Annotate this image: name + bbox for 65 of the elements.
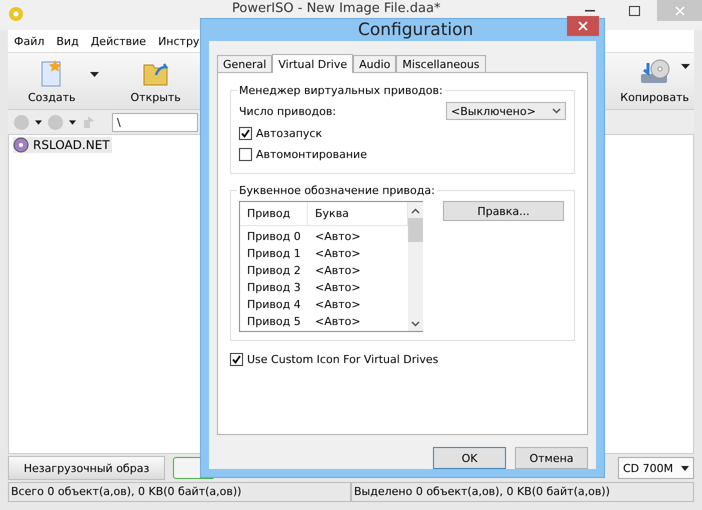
scroll-up-icon[interactable] — [411, 208, 420, 214]
scrollbar[interactable] — [408, 202, 423, 331]
tab[interactable]: Virtual Drive — [272, 54, 354, 73]
menu-item[interactable]: Действие — [90, 34, 146, 48]
scrollbar-thumb[interactable] — [408, 218, 423, 242]
list-cell[interactable]: Привод 5 — [240, 315, 308, 328]
list-cell[interactable]: Привод 3 — [240, 281, 308, 294]
tab[interactable]: General — [217, 55, 272, 72]
list-cell[interactable]: <Авто> — [308, 264, 408, 277]
caret-icon — [69, 120, 76, 124]
tree-item[interactable]: RSLOAD.NET — [13, 137, 112, 153]
list-cell[interactable]: <Авто> — [308, 230, 408, 243]
dialog-title: Configuration — [358, 20, 474, 40]
menu-item[interactable]: Файл — [14, 34, 44, 48]
new-document-icon — [40, 58, 64, 86]
boot-button[interactable]: Незагрузочный образ — [8, 456, 165, 480]
list-cell[interactable]: <Авто> — [308, 247, 408, 260]
checkbox[interactable] — [230, 353, 243, 366]
close-button[interactable] — [567, 16, 599, 36]
toolbar-button[interactable]: Копировать — [616, 56, 693, 106]
scroll-down-icon[interactable] — [411, 321, 420, 327]
list-cell[interactable]: <Авто> — [308, 281, 408, 294]
list-cell[interactable]: Привод 2 — [240, 264, 308, 277]
close-icon — [674, 6, 684, 16]
tab[interactable]: Miscellaneous — [396, 55, 486, 72]
list-cell[interactable]: <Авто> — [308, 315, 408, 328]
status-text: Всего 0 объект(а,ов), 0 KB(0 байт(а,ов)) — [8, 482, 351, 502]
menu-item[interactable]: Инстру — [158, 34, 200, 48]
checkmark-icon — [232, 355, 241, 364]
checkbox[interactable] — [239, 148, 252, 161]
window-title: PowerISO - New Image File.daa* — [232, 1, 440, 16]
field-label: Число приводов: — [239, 104, 336, 118]
address-field[interactable]: \ — [112, 112, 198, 132]
menu-item[interactable]: Вид — [56, 34, 79, 48]
cancel-button[interactable]: Отмена — [515, 447, 588, 469]
checkbox-label: Use Custom Icon For Virtual Drives — [247, 353, 438, 366]
scroll-down-icon[interactable] — [552, 108, 561, 114]
tab[interactable]: Audio — [353, 55, 396, 72]
disc-icon — [8, 6, 24, 22]
caret-icon[interactable] — [90, 72, 98, 76]
list-cell[interactable]: <Авто> — [308, 298, 408, 311]
group-title: Менеджер виртуальных приводов: — [238, 84, 444, 97]
maximize-icon — [629, 6, 640, 16]
disc-icon — [13, 137, 29, 153]
status-text: Выделено 0 объект(а,ов), 0 KB(0 байт(а,ов)) — [351, 482, 694, 502]
column-header[interactable]: Привод — [240, 202, 308, 225]
close-icon — [578, 21, 588, 31]
minimize-icon — [584, 10, 594, 12]
list-cell[interactable]: Привод 0 — [240, 230, 308, 243]
checkbox-label: Автозапуск — [256, 127, 322, 140]
ok-button[interactable]: OK — [433, 447, 506, 469]
checkbox-label: Автомонтирование — [256, 148, 367, 161]
edit-button[interactable]: Правка... — [443, 201, 564, 221]
checkmark-icon — [241, 129, 250, 138]
list-cell[interactable]: Привод 4 — [240, 298, 308, 311]
checkbox[interactable] — [239, 127, 252, 140]
caret-icon[interactable] — [681, 64, 690, 68]
list-cell[interactable]: Привод 1 — [240, 247, 308, 260]
toolbar-button[interactable]: Создать — [24, 56, 80, 106]
drive-count-select[interactable]: <Выключено> — [446, 102, 566, 120]
caret-icon — [681, 466, 690, 470]
group-title: Буквенное обозначение привода: — [238, 184, 436, 197]
capacity-dropdown[interactable]: CD 700M — [618, 457, 694, 479]
caret-icon — [35, 120, 42, 124]
toolbar-button[interactable]: Открыть — [126, 56, 185, 106]
